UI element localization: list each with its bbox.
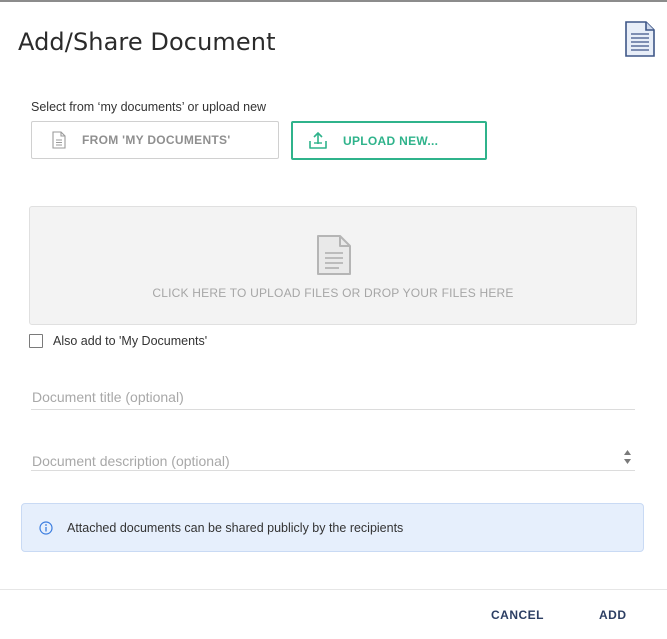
dialog-title: Add/Share Document	[18, 28, 276, 56]
document-description-input[interactable]	[31, 450, 635, 471]
add-to-my-documents-label[interactable]: Also add to 'My Documents'	[53, 334, 207, 348]
info-banner: Attached documents can be shared publicl…	[21, 503, 644, 552]
file-dropzone[interactable]: CLICK HERE TO UPLOAD FILES OR DROP YOUR …	[29, 206, 637, 325]
add-button[interactable]: ADD	[599, 608, 627, 622]
info-circle-icon	[39, 520, 53, 535]
document-title-input[interactable]	[31, 386, 635, 410]
footer-divider	[0, 589, 667, 590]
from-my-documents-button[interactable]: FROM 'MY DOCUMENTS'	[31, 121, 279, 159]
upload-new-label: UPLOAD NEW...	[343, 133, 439, 148]
source-label: Select from ‘my documents’ or upload new	[31, 100, 267, 114]
add-to-my-documents-checkbox[interactable]	[29, 334, 43, 348]
file-icon	[315, 233, 353, 277]
resize-spinner-icon[interactable]	[623, 447, 632, 467]
info-text: Attached documents can be shared publicl…	[67, 520, 404, 535]
cancel-button[interactable]: CANCEL	[491, 608, 544, 622]
file-icon	[52, 131, 66, 149]
dialog-top-border	[0, 0, 667, 2]
document-icon	[624, 21, 656, 57]
upload-new-button[interactable]: UPLOAD NEW...	[291, 121, 487, 160]
dropzone-text: CLICK HERE TO UPLOAD FILES OR DROP YOUR …	[152, 286, 514, 300]
document-description-wrapper	[31, 450, 635, 471]
upload-tray-icon	[308, 131, 328, 151]
from-my-documents-label: FROM 'MY DOCUMENTS'	[82, 133, 231, 147]
add-to-my-documents-option: Also add to 'My Documents'	[29, 334, 207, 348]
